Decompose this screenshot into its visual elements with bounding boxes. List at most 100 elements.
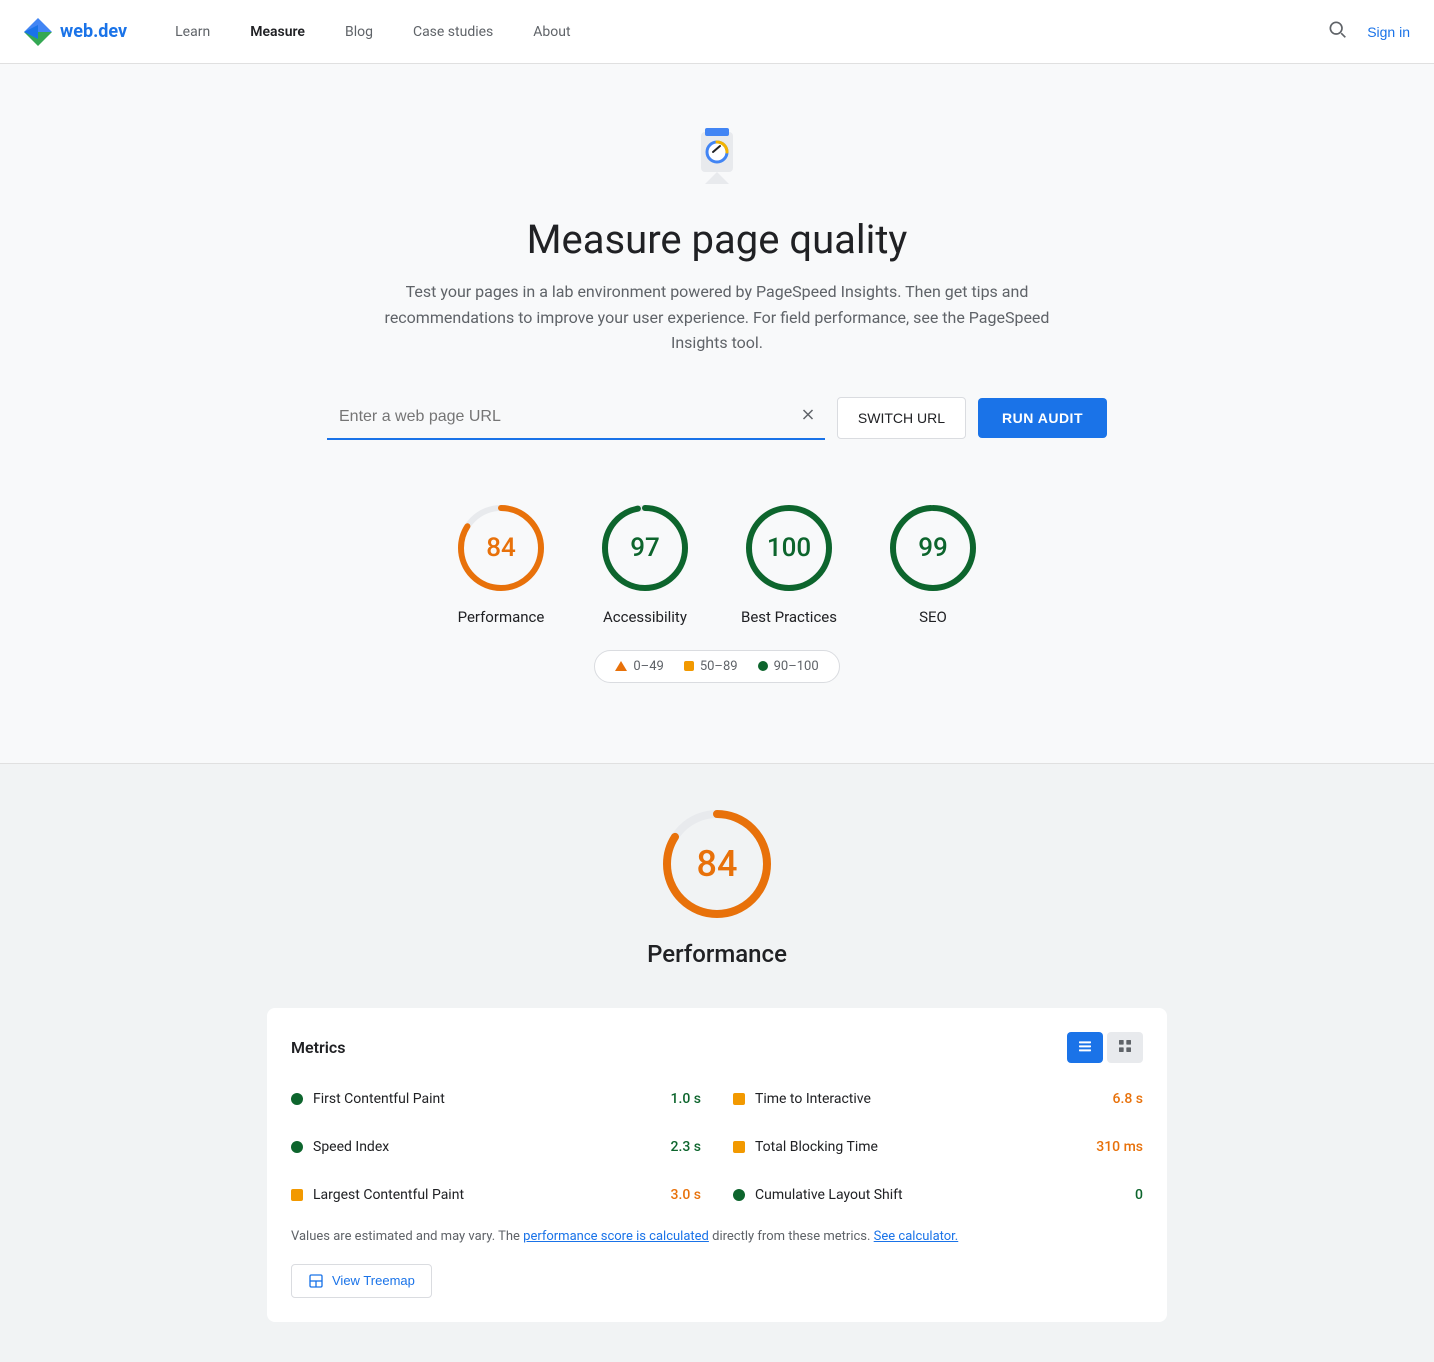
nav-about[interactable]: About [517,16,586,48]
list-view-button[interactable] [1067,1032,1103,1063]
nav-blog[interactable]: Blog [329,16,389,48]
metric-left-0: First Contentful Paint [291,1091,445,1107]
score-item-best-practices: 100 Best Practices [741,500,837,626]
score-number-3: 99 [918,533,948,563]
search-icon-button[interactable] [1323,15,1351,49]
triangle-icon [615,661,627,671]
score-circle-2: 100 [741,500,837,596]
metric-left-2: Speed Index [291,1139,389,1155]
metric-dot-3 [733,1141,745,1153]
metric-left-5: Cumulative Layout Shift [733,1187,903,1203]
hero-description: Test your pages in a lab environment pow… [367,279,1067,356]
metric-row-4: Largest Contentful Paint 3.0 s [291,1179,701,1211]
score-number-1: 97 [630,533,660,563]
nav-case-studies[interactable]: Case studies [397,16,509,48]
treemap-icon [308,1273,324,1289]
lighthouse-logo [685,124,749,188]
logo-icon [24,18,52,46]
metrics-grid: First Contentful Paint 1.0 s Time to Int… [291,1083,1143,1211]
nav-links: Learn Measure Blog Case studies About [159,16,1323,48]
url-bar: SWITCH URL RUN AUDIT [327,396,1107,440]
square-icon [684,661,694,671]
hero-title: Measure page quality [24,216,1410,263]
metric-note: Values are estimated and may vary. The p… [291,1227,1143,1248]
big-score-circle: 84 [657,804,777,924]
tree-view-icon [1117,1038,1133,1054]
metric-value-0: 1.0 s [671,1091,702,1107]
score-circle-1: 97 [597,500,693,596]
metric-label-3: Total Blocking Time [755,1139,878,1155]
score-label-1: Accessibility [603,608,687,626]
sign-in-button[interactable]: Sign in [1367,24,1410,40]
score-item-performance: 84 Performance [453,500,549,626]
metric-label-1: Time to Interactive [755,1091,871,1107]
metric-value-3: 310 ms [1096,1139,1143,1155]
metric-left-1: Time to Interactive [733,1091,871,1107]
score-number-2: 100 [767,533,811,563]
run-audit-button[interactable]: RUN AUDIT [978,398,1107,438]
legend: 0–49 50–89 90–100 [594,650,839,683]
scores-grid: 84 Performance 97 Accessibility 100 Best… [48,500,1386,626]
performance-detail: 84 Performance Metrics [0,764,1434,1362]
performance-score-big: 84 Performance [267,804,1167,968]
metrics-view-buttons [1067,1032,1143,1063]
nav-learn[interactable]: Learn [159,16,226,48]
nav-right: Sign in [1323,15,1410,49]
score-label-0: Performance [458,608,545,626]
metric-note-mid: directly from these metrics. [712,1229,874,1244]
score-label-3: SEO [919,608,947,626]
metric-value-2: 2.3 s [671,1139,702,1155]
url-input-wrapper [327,396,825,440]
calculator-link[interactable]: See calculator. [874,1229,959,1244]
url-clear-button[interactable] [799,405,817,428]
metric-row-5: Cumulative Layout Shift 0 [733,1179,1143,1211]
view-treemap-label: View Treemap [332,1273,415,1288]
legend-range-low: 0–49 [633,659,663,674]
metric-label-5: Cumulative Layout Shift [755,1187,903,1203]
metric-label-4: Largest Contentful Paint [313,1187,464,1203]
legend-range-high: 90–100 [774,659,819,674]
metric-row-3: Total Blocking Time 310 ms [733,1131,1143,1163]
metric-left-4: Largest Contentful Paint [291,1187,464,1203]
switch-url-button[interactable]: SWITCH URL [837,397,966,439]
performance-score-link[interactable]: performance score is calculated [523,1229,709,1244]
metric-dot-4 [291,1189,303,1201]
legend-range-mid: 50–89 [700,659,738,674]
performance-detail-inner: 84 Performance Metrics [267,804,1167,1322]
tree-view-button[interactable] [1107,1032,1143,1063]
metric-value-4: 3.0 s [671,1187,702,1203]
metric-value-5: 0 [1135,1187,1143,1203]
metric-dot-5 [733,1189,745,1201]
navigation: web.dev Learn Measure Blog Case studies … [0,0,1434,64]
metric-row-1: Time to Interactive 6.8 s [733,1083,1143,1115]
score-item-accessibility: 97 Accessibility [597,500,693,626]
nav-measure[interactable]: Measure [234,16,321,48]
metric-label-0: First Contentful Paint [313,1091,445,1107]
metric-dot-0 [291,1093,303,1105]
legend-item-50-89: 50–89 [684,659,738,674]
big-score-number: 84 [697,843,738,885]
score-circle-0: 84 [453,500,549,596]
metric-note-text: Values are estimated and may vary. The [291,1229,523,1244]
score-item-seo: 99 SEO [885,500,981,626]
legend-item-0-49: 0–49 [615,659,663,674]
performance-label: Performance [267,940,1167,968]
score-label-2: Best Practices [741,608,837,626]
score-number-0: 84 [486,533,516,563]
metrics-header: Metrics [291,1032,1143,1063]
logo-text: web.dev [60,21,127,42]
metric-label-2: Speed Index [313,1139,389,1155]
logo[interactable]: web.dev [24,18,127,46]
list-view-icon [1077,1038,1093,1054]
search-icon [1327,19,1347,39]
url-input[interactable] [327,396,825,438]
dot-icon [758,661,768,671]
metric-dot-1 [733,1093,745,1105]
metric-value-1: 6.8 s [1113,1091,1144,1107]
metric-row-2: Speed Index 2.3 s [291,1131,701,1163]
view-treemap-button[interactable]: View Treemap [291,1264,432,1298]
scores-section: 84 Performance 97 Accessibility 100 Best… [24,500,1410,723]
hero-section: Measure page quality Test your pages in … [0,64,1434,763]
legend-item-90-100: 90–100 [758,659,819,674]
metrics-section: Metrics [267,1008,1167,1322]
